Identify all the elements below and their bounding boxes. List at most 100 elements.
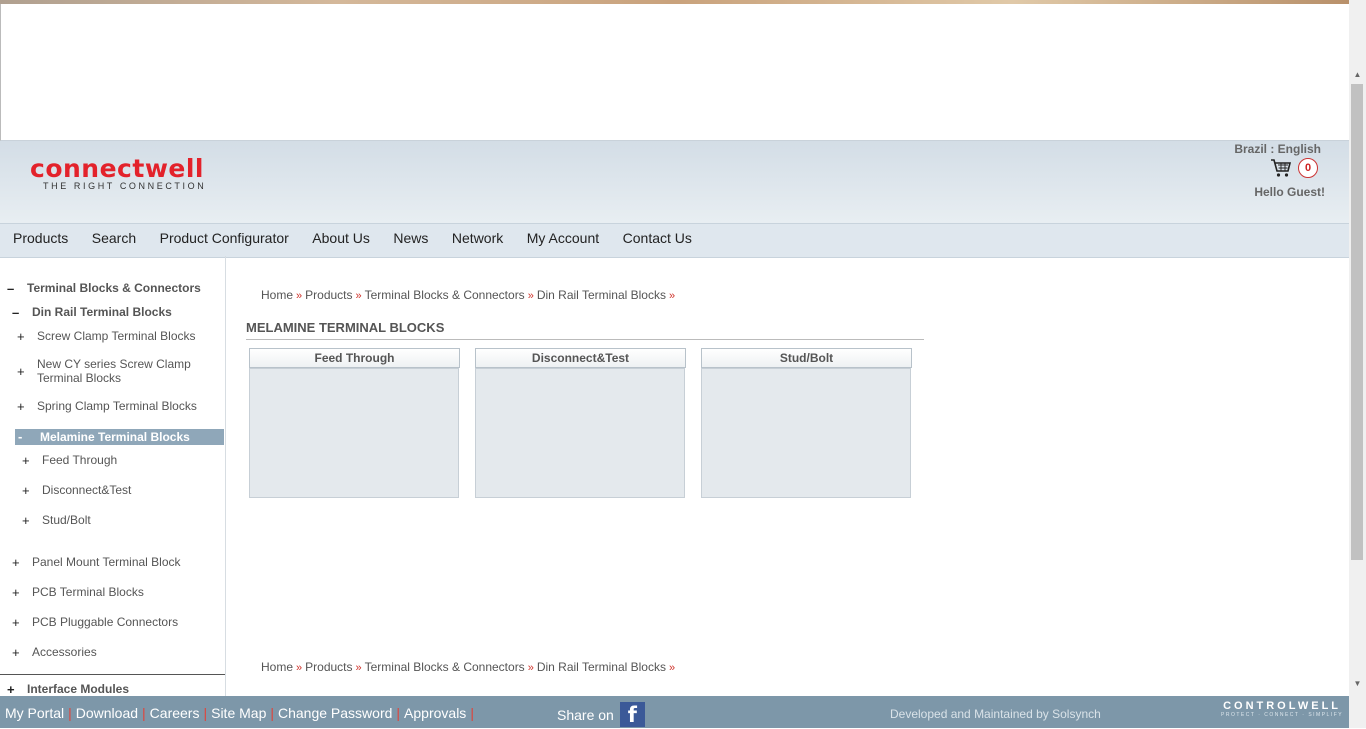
breadcrumb-separator: »: [668, 290, 676, 302]
category-card-disconnect-test-title[interactable]: Disconnect&Test: [475, 348, 686, 368]
expand-icon[interactable]: +: [12, 585, 32, 600]
logo-wordmark: connectwell: [30, 154, 205, 183]
breadcrumb-terminal-blocks[interactable]: Terminal Blocks & Connectors: [365, 660, 525, 674]
scroll-up-icon[interactable]: ▲: [1349, 66, 1366, 83]
breadcrumb-din-rail[interactable]: Din Rail Terminal Blocks: [537, 288, 666, 302]
nav-search[interactable]: Search: [92, 224, 136, 253]
breadcrumb-din-rail[interactable]: Din Rail Terminal Blocks: [537, 660, 666, 674]
footer-link-site-map[interactable]: Site Map: [211, 705, 266, 721]
sidebar-item-panel-mount[interactable]: + Panel Mount Terminal Block: [12, 555, 181, 570]
expand-icon[interactable]: +: [22, 483, 42, 498]
breadcrumb-separator: »: [527, 662, 534, 674]
collapse-icon[interactable]: -: [15, 429, 40, 445]
category-sidebar: – Terminal Blocks & Connectors – Din Rai…: [0, 256, 226, 696]
greeting: Hello Guest!: [1254, 185, 1325, 199]
expand-icon[interactable]: +: [17, 399, 37, 414]
cart-icon[interactable]: [1270, 158, 1292, 178]
collapse-icon[interactable]: –: [7, 281, 27, 296]
expand-icon[interactable]: +: [17, 364, 37, 379]
cart[interactable]: 0: [1270, 158, 1318, 178]
footer-link-careers[interactable]: Careers: [150, 705, 200, 721]
logo-tagline: THE RIGHT CONNECTION: [43, 181, 207, 191]
controlwell-tagline: PROTECT · CONNECT · SIMPLIFY: [1221, 712, 1344, 718]
footer-link-download[interactable]: Download: [76, 705, 138, 721]
breadcrumb-home[interactable]: Home: [261, 660, 293, 674]
sidebar-item-disconnect-test[interactable]: + Disconnect&Test: [22, 483, 131, 498]
expand-icon[interactable]: +: [12, 555, 32, 570]
vertical-scrollbar[interactable]: ▲ ▼: [1349, 0, 1366, 728]
nav-product-configurator[interactable]: Product Configurator: [160, 224, 289, 253]
locale-selector[interactable]: Brazil : English: [1234, 142, 1321, 156]
sidebar-item-spring-clamp[interactable]: + Spring Clamp Terminal Blocks: [17, 399, 197, 414]
expand-icon[interactable]: +: [12, 615, 32, 630]
scroll-down-icon[interactable]: ▼: [1349, 675, 1366, 692]
cart-count-badge: 0: [1298, 158, 1318, 178]
sidebar-item-label: PCB Pluggable Connectors: [32, 615, 179, 629]
controlwell-logo[interactable]: CONTROLWELL PROTECT · CONNECT · SIMPLIFY: [1221, 700, 1343, 718]
nav-products[interactable]: Products: [13, 224, 68, 253]
sidebar-item-feed-through[interactable]: + Feed Through: [22, 453, 117, 468]
category-card-stud-bolt-image[interactable]: [701, 368, 911, 498]
sidebar-item-pcb-pluggable[interactable]: + PCB Pluggable Connectors: [12, 615, 178, 630]
scroll-thumb[interactable]: [1351, 84, 1363, 560]
category-card-feed-through-image[interactable]: [249, 368, 459, 498]
breadcrumb-products[interactable]: Products: [305, 660, 352, 674]
nav-about-us[interactable]: About Us: [312, 224, 370, 253]
sidebar-item-label: Melamine Terminal Blocks: [40, 430, 190, 444]
breadcrumb-separator: »: [668, 662, 676, 674]
breadcrumb-separator: »: [296, 290, 303, 302]
nav-contact-us[interactable]: Contact Us: [623, 224, 692, 253]
footer-link-my-portal[interactable]: My Portal: [5, 705, 64, 721]
breadcrumb-home[interactable]: Home: [261, 288, 293, 302]
sidebar-item-din-rail[interactable]: – Din Rail Terminal Blocks: [12, 305, 172, 320]
expand-icon[interactable]: +: [22, 513, 42, 528]
sidebar-item-cy-series[interactable]: + New CY series Screw Clamp Terminal Blo…: [17, 357, 202, 385]
sidebar-divider: [0, 674, 225, 675]
expand-icon[interactable]: +: [12, 645, 32, 660]
footer-link-approvals[interactable]: Approvals: [404, 705, 466, 721]
sidebar-item-pcb-terminal[interactable]: + PCB Terminal Blocks: [12, 585, 144, 600]
sidebar-item-label: Panel Mount Terminal Block: [32, 555, 181, 569]
sidebar-item-screw-clamp[interactable]: + Screw Clamp Terminal Blocks: [17, 329, 196, 344]
footer-link-change-password[interactable]: Change Password: [278, 705, 392, 721]
title-divider: [246, 339, 924, 340]
sidebar-item-label: Din Rail Terminal Blocks: [32, 305, 172, 319]
nav-news[interactable]: News: [393, 224, 428, 253]
breadcrumb: Home» Products» Terminal Blocks & Connecto…: [261, 288, 678, 302]
site-header: connectwell THE RIGHT CONNECTION Brazil …: [0, 141, 1349, 223]
footer-links: My Portal | Download | Careers | Site Map | …: [5, 705, 474, 721]
facebook-icon[interactable]: f: [619, 702, 645, 727]
sidebar-item-label: New CY series Screw Clamp Terminal Block…: [37, 357, 191, 385]
developer-credit[interactable]: Developed and Maintained by Solsynch: [890, 707, 1101, 721]
share-on: Share on f: [557, 702, 645, 727]
expand-icon[interactable]: +: [7, 682, 27, 696]
sidebar-item-accessories[interactable]: + Accessories: [12, 645, 97, 660]
main-nav: Products Search Product Configurator Abo…: [0, 223, 1349, 258]
sidebar-item-stud-bolt[interactable]: + Stud/Bolt: [22, 513, 91, 528]
nav-network[interactable]: Network: [452, 224, 503, 253]
nav-my-account[interactable]: My Account: [527, 224, 599, 253]
expand-icon[interactable]: +: [17, 329, 37, 344]
breadcrumb-terminal-blocks[interactable]: Terminal Blocks & Connectors: [365, 288, 525, 302]
expand-icon[interactable]: +: [22, 453, 42, 468]
sidebar-item-melamine[interactable]: - Melamine Terminal Blocks: [15, 429, 224, 445]
top-blank-frame: [0, 4, 1351, 141]
controlwell-wordmark: CONTROLWELL: [1223, 700, 1342, 712]
breadcrumb-products[interactable]: Products: [305, 288, 352, 302]
sidebar-item-label: Spring Clamp Terminal Blocks: [37, 399, 197, 413]
collapse-icon[interactable]: –: [12, 305, 32, 320]
sidebar-item-label: Feed Through: [42, 453, 118, 467]
site-footer: My Portal | Download | Careers | Site Map | …: [0, 696, 1349, 728]
category-card-feed-through-title[interactable]: Feed Through: [249, 348, 460, 368]
connectwell-logo[interactable]: connectwell THE RIGHT CONNECTION: [30, 154, 206, 191]
sidebar-item-label: Stud/Bolt: [42, 513, 91, 527]
sidebar-item-terminal-blocks[interactable]: – Terminal Blocks & Connectors: [7, 281, 201, 296]
category-card-disconnect-test-image[interactable]: [475, 368, 685, 498]
sidebar-item-label: Terminal Blocks & Connectors: [27, 281, 201, 295]
sidebar-item-label: Screw Clamp Terminal Blocks: [37, 329, 196, 343]
breadcrumb-separator: »: [527, 290, 534, 302]
page-title: MELAMINE TERMINAL BLOCKS: [246, 320, 445, 335]
category-card-stud-bolt-title[interactable]: Stud/Bolt: [701, 348, 912, 368]
sidebar-item-interface-modules[interactable]: + Interface Modules: [7, 682, 129, 696]
breadcrumb-separator: »: [355, 290, 362, 302]
